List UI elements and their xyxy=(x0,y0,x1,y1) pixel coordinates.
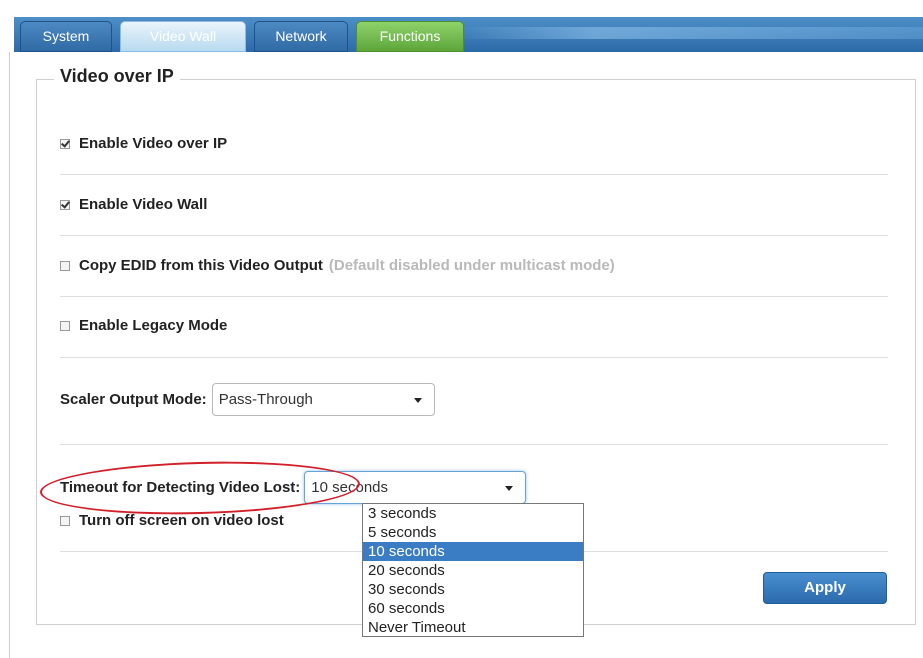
dropdown-option[interactable]: 3 seconds xyxy=(363,504,583,523)
scaler-output-value: Pass-Through xyxy=(218,391,313,408)
enable-video-wall-label: Enable Video Wall xyxy=(79,196,208,213)
tab-functions[interactable]: Functions xyxy=(356,21,464,52)
scaler-output-label: Scaler Output Mode: xyxy=(60,391,207,408)
turn-off-screen-label: Turn off screen on video lost xyxy=(79,512,284,529)
divider xyxy=(60,235,888,236)
chevron-down-icon xyxy=(413,398,422,403)
panel-legend: Video over IP xyxy=(54,66,180,87)
copy-edid-hint: (Default disabled under multicast mode) xyxy=(328,257,615,274)
timeout-dropdown-list: 3 seconds 5 seconds 10 seconds 20 second… xyxy=(362,503,584,637)
tab-system[interactable]: System xyxy=(20,21,112,52)
dropdown-option[interactable]: Never Timeout xyxy=(363,618,583,637)
enable-video-wall-checkbox[interactable] xyxy=(60,199,70,210)
tab-bar-decoration xyxy=(454,27,923,39)
tab-bar: System Video Wall Network Functions xyxy=(14,17,923,52)
divider xyxy=(60,444,888,445)
divider xyxy=(60,296,888,297)
dropdown-option-selected[interactable]: 10 seconds xyxy=(363,542,583,561)
legacy-mode-checkbox[interactable] xyxy=(60,320,70,331)
legacy-mode-label: Enable Legacy Mode xyxy=(79,317,228,334)
dropdown-option[interactable]: 20 seconds xyxy=(363,561,583,580)
turn-off-screen-checkbox[interactable] xyxy=(60,515,70,526)
divider xyxy=(60,174,888,175)
chevron-down-icon xyxy=(505,486,514,491)
enable-video-over-ip-label: Enable Video over IP xyxy=(79,135,228,152)
scaler-output-select[interactable]: Pass-Through xyxy=(211,383,435,416)
turn-off-screen-row: Turn off screen on video lost xyxy=(60,512,284,529)
tab-video-wall[interactable]: Video Wall xyxy=(120,21,246,52)
legacy-mode-row: Enable Legacy Mode xyxy=(60,317,227,334)
enable-video-over-ip-checkbox[interactable] xyxy=(60,138,70,149)
divider xyxy=(60,357,888,358)
enable-video-over-ip-row: Enable Video over IP xyxy=(60,135,227,152)
copy-edid-checkbox[interactable] xyxy=(60,260,70,271)
tab-network[interactable]: Network xyxy=(254,21,348,52)
dropdown-option[interactable]: 60 seconds xyxy=(363,599,583,618)
page-border-left xyxy=(9,52,10,658)
dropdown-option[interactable]: 5 seconds xyxy=(363,523,583,542)
enable-video-wall-row: Enable Video Wall xyxy=(60,196,207,213)
scaler-output-row: Scaler Output Mode: Pass-Through xyxy=(60,383,435,416)
dropdown-option[interactable]: 30 seconds xyxy=(363,580,583,599)
copy-edid-row: Copy EDID from this Video Output (Defaul… xyxy=(60,257,615,274)
apply-button[interactable]: Apply xyxy=(763,572,887,604)
copy-edid-label: Copy EDID from this Video Output xyxy=(79,257,323,274)
